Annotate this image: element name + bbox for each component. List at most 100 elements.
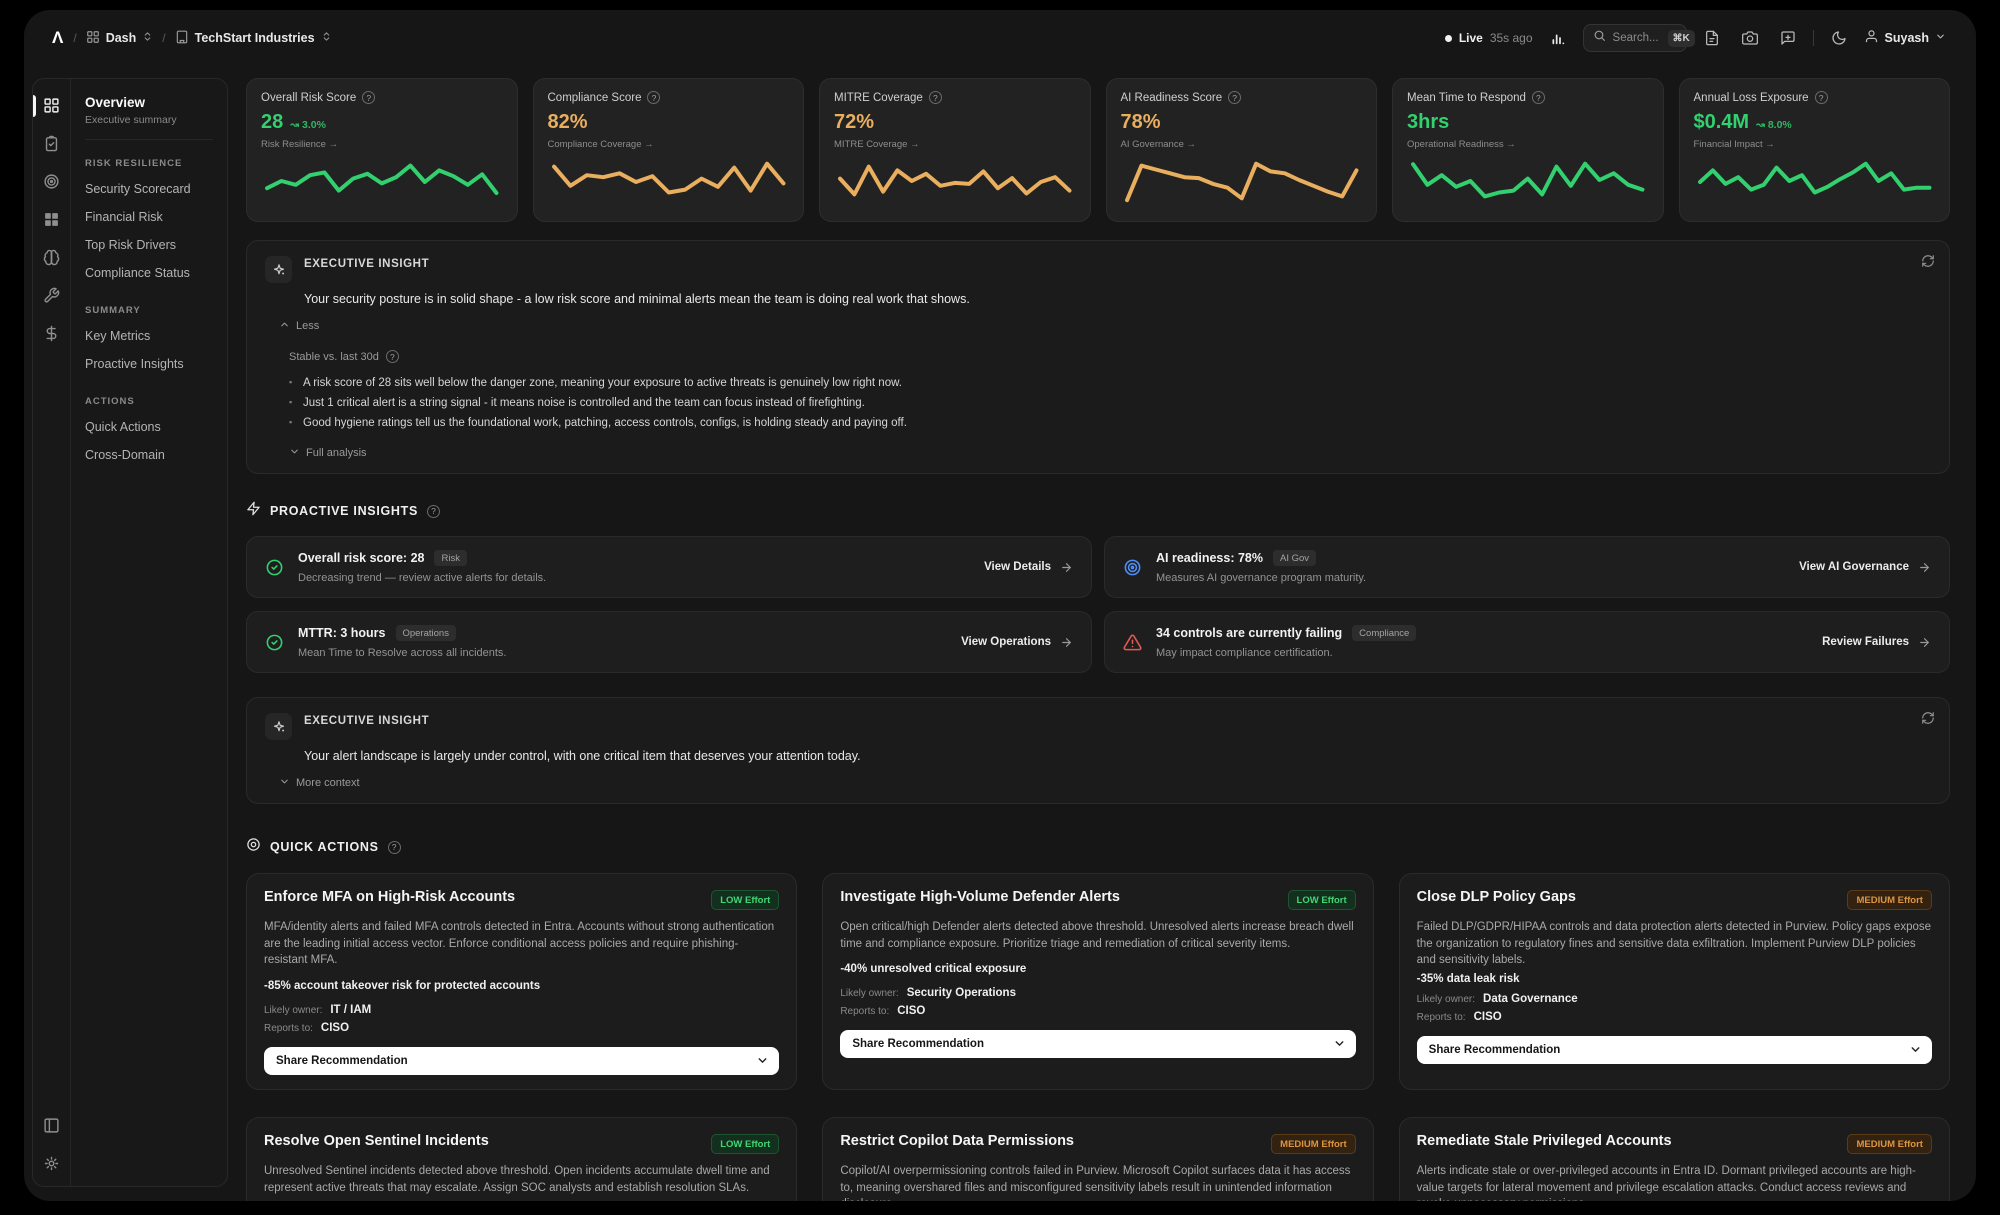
kpi-card-mitre-coverage[interactable]: MITRE Coverage? 72% MITRE Coverage → xyxy=(819,78,1091,222)
app-body: Overview Executive summary RISK RESILIEN… xyxy=(24,66,1976,1201)
kpi-title: Annual Loss Exposure xyxy=(1694,92,1809,104)
sidebar: Overview Executive summary RISK RESILIEN… xyxy=(32,78,228,1187)
user-menu[interactable]: Suyash xyxy=(1864,29,1946,47)
sidebar-item-security-scorecard[interactable]: Security Scorecard xyxy=(85,175,213,203)
full-analysis-toggle[interactable]: Full analysis xyxy=(289,446,1931,460)
sparkline-chart xyxy=(548,151,790,211)
quick-actions-header: QUICK ACTIONS ? xyxy=(246,837,1950,857)
kpi-value: $0.4M xyxy=(1694,111,1750,134)
full-analysis-label: Full analysis xyxy=(306,447,367,459)
help-icon[interactable]: ? xyxy=(647,91,660,104)
dark-mode-moon-icon[interactable] xyxy=(1826,25,1852,51)
insight-bullet-list: A risk score of 28 sits well below the d… xyxy=(289,373,1931,433)
proactive-insights-header: PROACTIVE INSIGHTS ? xyxy=(246,501,1950,521)
sparkline-chart xyxy=(261,151,503,211)
kpi-trend-value: 3.0% xyxy=(302,119,326,131)
action-title: Remediate Stale Privileged Accounts xyxy=(1417,1133,1838,1149)
more-context-toggle[interactable]: More context xyxy=(279,776,1931,790)
help-icon[interactable]: ? xyxy=(1228,91,1241,104)
app-window: Λ / Dash / TechStart Industries Live 35s… xyxy=(24,10,1976,1201)
owner-label: Likely owner: xyxy=(840,988,898,999)
kpi-link[interactable]: Financial Impact → xyxy=(1694,139,1936,150)
kpi-card-overall-risk-score[interactable]: Overall Risk Score? 28↝ 3.0% Risk Resili… xyxy=(246,78,518,222)
effort-badge: MEDIUM Effort xyxy=(1847,1134,1932,1154)
sidebar-item-financial-risk[interactable]: Financial Risk xyxy=(85,203,213,231)
panel-toggle-icon[interactable] xyxy=(33,1117,70,1134)
breadcrumb-org[interactable]: TechStart Industries xyxy=(175,30,332,47)
kpi-card-annual-loss-exposure[interactable]: Annual Loss Exposure? $0.4M↝ 8.0% Financ… xyxy=(1679,78,1951,222)
sidebar-item-proactive-insights[interactable]: Proactive Insights xyxy=(85,350,213,378)
help-icon[interactable]: ? xyxy=(388,841,401,854)
kpi-link[interactable]: Risk Resilience → xyxy=(261,139,503,150)
kpi-title: Compliance Score xyxy=(548,92,642,104)
top-bar-actions: Live 35s ago ⌘K Suyash xyxy=(1445,24,1946,52)
search-input[interactable] xyxy=(1613,32,1661,44)
view-operations-button[interactable]: View Operations xyxy=(961,636,1073,649)
action-title: Investigate High-Volume Defender Alerts xyxy=(840,889,1277,905)
rail-dashboard-icon[interactable] xyxy=(33,97,70,114)
sidebar-item-compliance-status[interactable]: Compliance Status xyxy=(85,259,213,287)
sparkles-icon xyxy=(265,713,292,740)
sidebar-item-cross-domain[interactable]: Cross-Domain xyxy=(85,441,213,469)
rail-dollar-icon[interactable] xyxy=(33,325,70,342)
help-icon[interactable]: ? xyxy=(1532,91,1545,104)
live-updated-ago: 35s ago xyxy=(1490,31,1533,45)
kpi-link[interactable]: Operational Readiness → xyxy=(1407,139,1649,150)
camera-icon[interactable] xyxy=(1737,25,1763,51)
rail-clipboard-icon[interactable] xyxy=(33,135,70,152)
rail-squares-icon[interactable] xyxy=(33,211,70,228)
insight-bullet: A risk score of 28 sits well below the d… xyxy=(289,373,1931,393)
feedback-icon[interactable] xyxy=(1775,25,1801,51)
action-impact: -40% unresolved critical exposure xyxy=(840,963,1355,975)
kpi-link[interactable]: AI Governance → xyxy=(1121,139,1363,150)
share-recommendation-select[interactable]: Share Recommendation xyxy=(264,1047,779,1075)
kpi-card-ai-readiness[interactable]: AI Readiness Score? 78% AI Governance → xyxy=(1106,78,1378,222)
search-box[interactable]: ⌘K xyxy=(1583,24,1687,52)
refresh-icon[interactable] xyxy=(1921,711,1935,730)
document-icon[interactable] xyxy=(1699,25,1725,51)
help-icon[interactable]: ? xyxy=(386,350,399,363)
owner-value: Security Operations xyxy=(907,987,1016,999)
share-recommendation-select[interactable]: Share Recommendation xyxy=(840,1030,1355,1058)
effort-badge: MEDIUM Effort xyxy=(1271,1134,1356,1154)
insight-badge: AI Gov xyxy=(1273,550,1316,566)
rail-brain-icon[interactable] xyxy=(33,249,70,266)
refresh-icon[interactable] xyxy=(1921,254,1935,273)
help-icon[interactable]: ? xyxy=(929,91,942,104)
kpi-card-mean-time-to-respond[interactable]: Mean Time to Respond? 3hrs Operational R… xyxy=(1392,78,1664,222)
kpi-link[interactable]: MITRE Coverage → xyxy=(834,139,1076,150)
rail-wrench-icon[interactable] xyxy=(33,287,70,304)
overview-subtitle: Executive summary xyxy=(85,114,213,126)
sidebar-item-quick-actions[interactable]: Quick Actions xyxy=(85,413,213,441)
help-icon[interactable]: ? xyxy=(427,505,440,518)
kpi-value: 72% xyxy=(834,111,874,134)
kpi-link[interactable]: Compliance Coverage → xyxy=(548,139,790,150)
top-bar: Λ / Dash / TechStart Industries Live 35s… xyxy=(24,10,1976,66)
sidebar-item-key-metrics[interactable]: Key Metrics xyxy=(85,322,213,350)
review-failures-button[interactable]: Review Failures xyxy=(1822,636,1931,649)
toolbar-divider xyxy=(1813,30,1814,46)
quick-actions-grid: Enforce MFA on High-Risk AccountsLOW Eff… xyxy=(246,873,1950,1201)
main-content: Overall Risk Score? 28↝ 3.0% Risk Resili… xyxy=(246,78,1950,1187)
view-details-button[interactable]: View Details xyxy=(984,561,1073,574)
nav-section-label: RISK RESILIENCE xyxy=(85,158,213,169)
action-title: Close DLP Policy Gaps xyxy=(1417,889,1838,905)
help-icon[interactable]: ? xyxy=(362,91,375,104)
rail-target-icon[interactable] xyxy=(33,173,70,190)
sidebar-item-overview[interactable]: Overview Executive summary xyxy=(85,95,213,140)
insights-grid: Overall risk score: 28Risk Decreasing tr… xyxy=(246,536,1950,673)
activity-bars-icon[interactable] xyxy=(1545,25,1571,51)
gear-icon[interactable] xyxy=(33,1155,70,1172)
effort-badge: LOW Effort xyxy=(1288,890,1356,910)
breadcrumb-dash[interactable]: Dash xyxy=(86,30,154,47)
kpi-card-compliance-score[interactable]: Compliance Score? 82% Compliance Coverag… xyxy=(533,78,805,222)
collapse-toggle[interactable]: Less xyxy=(279,319,1931,333)
nav-section-summary: SUMMARY Key Metrics Proactive Insights xyxy=(85,305,213,378)
action-description: Failed DLP/GDPR/HIPAA controls and data … xyxy=(1417,919,1932,969)
nav-section-label: SUMMARY xyxy=(85,305,213,316)
share-recommendation-select[interactable]: Share Recommendation xyxy=(1417,1036,1932,1064)
live-status: Live 35s ago xyxy=(1445,31,1533,45)
help-icon[interactable]: ? xyxy=(1815,91,1828,104)
view-ai-governance-button[interactable]: View AI Governance xyxy=(1799,561,1931,574)
sidebar-item-top-risk-drivers[interactable]: Top Risk Drivers xyxy=(85,231,213,259)
